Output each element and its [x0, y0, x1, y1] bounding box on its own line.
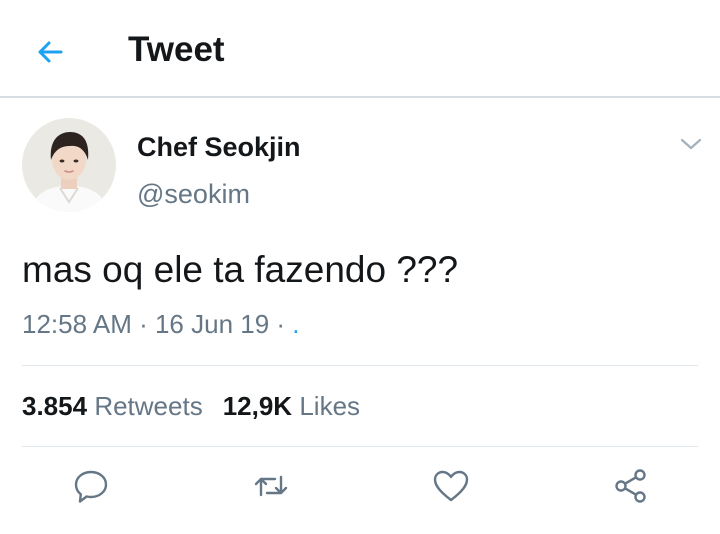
share-button[interactable]: [611, 466, 651, 506]
share-icon: [615, 469, 646, 503]
avatar[interactable]: [22, 118, 116, 212]
retweets-count: 3.854: [22, 391, 88, 421]
tweet-meta: 12:58 AM · 16 Jun 19 · .: [22, 308, 300, 340]
profile-photo: [22, 118, 116, 212]
meta-separator: ·: [131, 309, 155, 339]
reply-icon: [74, 470, 108, 503]
back-button[interactable]: [30, 32, 70, 72]
like-icon: [433, 470, 469, 502]
likes-label: Likes: [299, 391, 361, 421]
meta-separator: ·: [269, 309, 293, 339]
tweet-time: 12:58 AM: [22, 309, 132, 339]
tweet-detail-screen: Tweet Chef Seokjin @seokim mas oq ele ta…: [0, 0, 720, 534]
tweet-menu-button[interactable]: [678, 134, 704, 154]
author-handle[interactable]: @seokim: [137, 178, 250, 210]
tweet-source-link[interactable]: .: [292, 309, 299, 339]
divider: [22, 446, 698, 447]
divider: [22, 365, 698, 366]
reply-button[interactable]: [71, 466, 111, 506]
retweets-label: Retweets: [94, 391, 203, 421]
chevron-down-icon: [680, 138, 702, 150]
tweet-date: 16 Jun 19: [154, 309, 270, 339]
retweet-button[interactable]: [251, 466, 291, 506]
author-name[interactable]: Chef Seokjin: [137, 131, 301, 163]
retweet-icon: [254, 475, 288, 497]
like-button[interactable]: [431, 466, 471, 506]
arrow-left-icon: [38, 41, 63, 63]
tweet-text: mas oq ele ta fazendo ???: [22, 249, 459, 290]
retweets-stat[interactable]: 3.854 Retweets: [22, 391, 203, 421]
likes-count: 12,9K: [222, 391, 293, 421]
tweet-stats: 3.854 Retweets 12,9K Likes: [22, 390, 360, 422]
likes-stat[interactable]: 12,9K Likes: [223, 391, 360, 421]
top-bar: Tweet: [0, 0, 720, 98]
page-title: Tweet: [128, 30, 225, 69]
